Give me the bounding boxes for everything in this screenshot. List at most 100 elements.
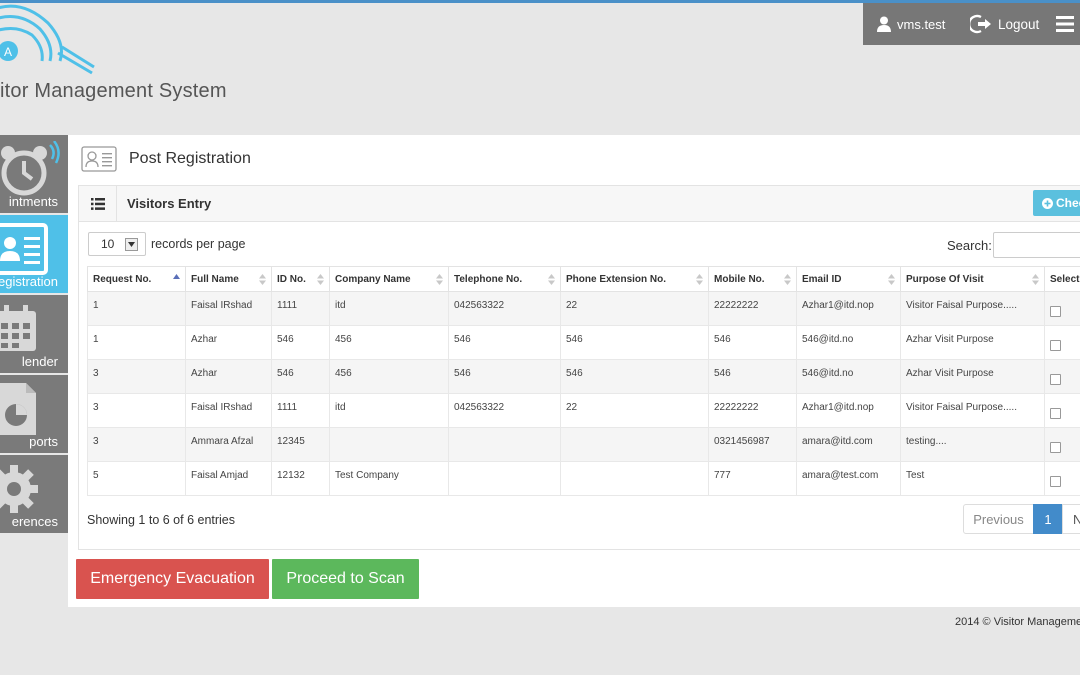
column-header-label: Telephone No. — [454, 273, 523, 285]
table-cell: Faisal IRshad — [185, 393, 272, 428]
gear-icon — [0, 465, 38, 513]
table-cell — [560, 461, 709, 496]
row-select-checkbox[interactable] — [1050, 340, 1061, 351]
list-icon — [79, 185, 117, 222]
column-header[interactable]: Select — [1044, 266, 1080, 292]
sidebar-item-registration[interactable]: egistration — [0, 215, 68, 295]
table-cell: 3 — [87, 359, 186, 394]
column-header[interactable]: Purpose Of Visit — [900, 266, 1045, 292]
table-cell: 546 — [560, 325, 709, 360]
table-cell: 12345 — [271, 427, 330, 462]
table-row[interactable]: 5 Faisal Amjad 12132 Test Company 777 amara@t… — [87, 461, 1080, 496]
chevron-down-icon — [125, 238, 138, 251]
column-header[interactable]: Full Name — [185, 266, 272, 292]
page-size-select[interactable]: 10 — [88, 232, 146, 256]
column-header-label: Mobile No. — [714, 273, 765, 285]
proceed-to-scan-button[interactable]: Proceed to Scan — [272, 559, 419, 599]
table-cell: 1 — [87, 325, 186, 360]
table-body: 1 Faisal IRshad 1111 itd 042563322 22 22222222… — [87, 291, 1080, 496]
table-row[interactable]: 1 Faisal IRshad 1111 itd 042563322 22 22222222… — [87, 291, 1080, 326]
box-header: Visitors Entry Check — [79, 185, 1080, 222]
search-input[interactable] — [992, 232, 1080, 258]
table-row[interactable]: 3 Faisal IRshad 1111 itd 042563322 22 22222222… — [87, 393, 1080, 428]
column-header-label: Request No. — [93, 273, 152, 285]
sort-icon — [1032, 274, 1039, 285]
table-cell: Azhar Visit Purpose — [900, 359, 1045, 394]
sidebar-item-calendar[interactable]: lender — [0, 295, 68, 375]
table-cell: Azhar — [185, 325, 272, 360]
table-cell: Visitor Faisal Purpose..... — [900, 393, 1045, 428]
sidebar-item-preferences[interactable]: erences — [0, 455, 68, 535]
hamburger-menu-button[interactable] — [1056, 3, 1080, 45]
table-cell: 546 — [560, 359, 709, 394]
sidebar-item-appointments[interactable]: intments — [0, 135, 68, 215]
column-header[interactable]: ID No. — [271, 266, 330, 292]
column-header[interactable]: Phone Extension No. — [560, 266, 709, 292]
sidebar-item-label: ports — [29, 434, 58, 449]
logout-icon — [970, 14, 991, 34]
pagination: Previous 1 N — [963, 504, 1080, 534]
column-header-label: Company Name — [335, 273, 411, 285]
sidebar-item-label: intments — [8, 194, 58, 209]
column-header[interactable]: Telephone No. — [448, 266, 561, 292]
row-select-checkbox[interactable] — [1050, 476, 1061, 487]
table-controls: 10 records per page Search: — [79, 222, 1080, 266]
sidebar-item-label: erences — [11, 514, 58, 529]
table-cell — [448, 427, 561, 462]
row-select-checkbox[interactable] — [1050, 306, 1061, 317]
page-1-button[interactable]: 1 — [1033, 504, 1063, 534]
table-cell: 546 — [708, 325, 797, 360]
select-cell — [1044, 393, 1080, 428]
column-header[interactable]: Company Name — [329, 266, 449, 292]
footer-copyright: 2014 © Visitor Manageme — [955, 616, 1080, 628]
sort-ascending-icon — [173, 274, 180, 279]
next-page-button[interactable]: N — [1062, 504, 1080, 534]
table-row[interactable]: 3 Ammara Afzal 12345 0321456987 amara@itd.co… — [87, 427, 1080, 462]
records-per-page-label: records per page — [151, 237, 246, 251]
sort-icon — [259, 274, 266, 285]
previous-page-button[interactable]: Previous — [963, 504, 1034, 534]
emergency-evacuation-button[interactable]: Emergency Evacuation — [76, 559, 269, 599]
plus-circle-icon — [1042, 197, 1053, 209]
app-title: itor Management System — [0, 80, 227, 102]
sort-icon — [436, 274, 443, 285]
table-cell: 777 — [708, 461, 797, 496]
svg-text:A: A — [4, 45, 12, 59]
app-logo: A itor Management System — [0, 3, 240, 113]
table-cell: amara@itd.com — [796, 427, 901, 462]
page-title: Post Registration — [129, 150, 251, 167]
column-header-label: Email ID — [802, 273, 842, 285]
table-cell: 546@itd.no — [796, 359, 901, 394]
row-select-checkbox[interactable] — [1050, 408, 1061, 419]
column-header-label: Phone Extension No. — [566, 273, 667, 285]
table-row[interactable]: 1 Azhar 546 456 546 546 546 546@itd.no Azhar Vis… — [87, 325, 1080, 360]
magnifier-fingerprint-logo-icon: A — [0, 4, 95, 75]
visitors-table: Request No. Full Name ID No. Company Name Te… — [87, 266, 1080, 496]
table-cell: 546@itd.no — [796, 325, 901, 360]
table-cell: 042563322 — [448, 393, 561, 428]
select-cell — [1044, 325, 1080, 360]
table-cell: Test — [900, 461, 1045, 496]
table-cell: 3 — [87, 393, 186, 428]
user-menu[interactable]: vms.test — [863, 3, 958, 45]
row-select-checkbox[interactable] — [1050, 442, 1061, 453]
logout-button[interactable]: Logout — [958, 3, 1056, 45]
column-header[interactable]: Mobile No. — [708, 266, 797, 292]
column-header[interactable]: Request No. — [87, 266, 186, 292]
table-cell: 0321456987 — [708, 427, 797, 462]
sidebar-item-reports[interactable]: ports — [0, 375, 68, 455]
check-button[interactable]: Check — [1033, 190, 1080, 216]
table-cell: itd — [329, 291, 449, 326]
row-select-checkbox[interactable] — [1050, 374, 1061, 385]
alarm-clock-icon — [1, 141, 60, 196]
table-cell: 22222222 — [708, 291, 797, 326]
table-row[interactable]: 3 Azhar 546 456 546 546 546 546@itd.no Azhar Vis… — [87, 359, 1080, 394]
sidebar: intments egistration lender ports erence… — [0, 135, 68, 535]
table-cell: amara@test.com — [796, 461, 901, 496]
table-cell: Visitor Faisal Purpose..... — [900, 291, 1045, 326]
column-header[interactable]: Email ID — [796, 266, 901, 292]
table-info: Showing 1 to 6 of 6 entries — [87, 513, 236, 527]
visitors-entry-box: Visitors Entry Check 10 records per pa — [78, 185, 1080, 550]
table-cell: 5 — [87, 461, 186, 496]
table-cell: 1111 — [271, 291, 330, 326]
